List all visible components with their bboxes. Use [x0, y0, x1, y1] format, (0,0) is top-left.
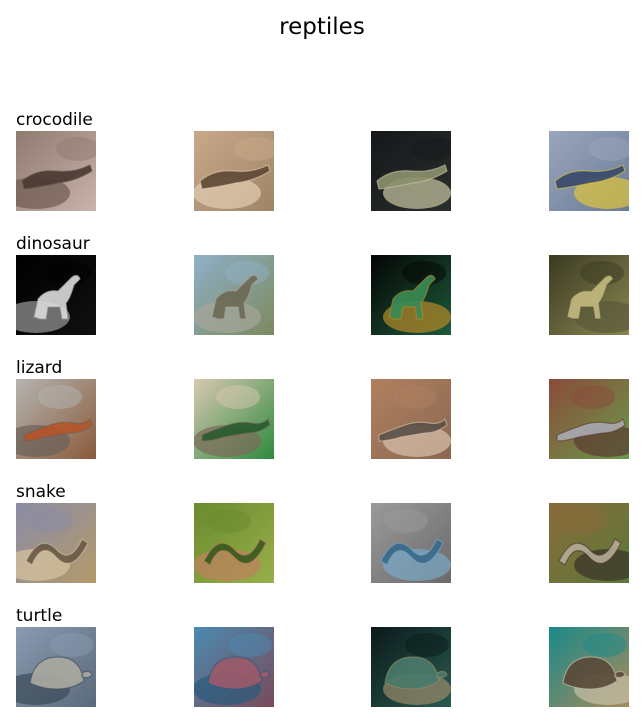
- snake-image-1: [16, 503, 96, 583]
- crocodile-image-3: [371, 131, 451, 211]
- turtle-image-4: [549, 627, 629, 707]
- crocodile-thumbnail: [194, 131, 274, 211]
- dinosaur-image-3: [371, 255, 451, 335]
- lizard-image-2: [194, 379, 274, 459]
- lizard-image-4: [549, 379, 629, 459]
- lizard-image-1: [16, 379, 96, 459]
- crocodile-thumbnail: [16, 131, 96, 211]
- snake-image-4: [549, 503, 629, 583]
- row-label-dinosaur: dinosaur: [16, 234, 90, 254]
- snake-thumbnail: [549, 503, 629, 583]
- dinosaur-image-1: [16, 255, 96, 335]
- turtle-thumbnail: [16, 627, 96, 707]
- dinosaur-thumbnail: [194, 255, 274, 335]
- turtle-image-2: [194, 627, 274, 707]
- crocodile-image-1: [16, 131, 96, 211]
- turtle-thumbnail: [194, 627, 274, 707]
- crocodile-image-2: [194, 131, 274, 211]
- crocodile-thumbnail: [371, 131, 451, 211]
- snake-image-3: [371, 503, 451, 583]
- row-label-crocodile: crocodile: [16, 110, 93, 130]
- crocodile-image-4: [549, 131, 629, 211]
- turtle-thumbnail: [549, 627, 629, 707]
- lizard-thumbnail: [371, 379, 451, 459]
- turtle-image-1: [16, 627, 96, 707]
- snake-thumbnail: [371, 503, 451, 583]
- figure-title: reptiles: [279, 14, 365, 40]
- lizard-image-3: [371, 379, 451, 459]
- snake-thumbnail: [16, 503, 96, 583]
- row-label-snake: snake: [16, 482, 66, 502]
- lizard-thumbnail: [194, 379, 274, 459]
- turtle-image-3: [371, 627, 451, 707]
- lizard-thumbnail: [549, 379, 629, 459]
- row-label-lizard: lizard: [16, 358, 63, 378]
- dinosaur-thumbnail: [16, 255, 96, 335]
- turtle-thumbnail: [371, 627, 451, 707]
- snake-thumbnail: [194, 503, 274, 583]
- lizard-thumbnail: [16, 379, 96, 459]
- snake-image-2: [194, 503, 274, 583]
- dinosaur-thumbnail: [549, 255, 629, 335]
- dinosaur-image-4: [549, 255, 629, 335]
- row-label-turtle: turtle: [16, 606, 63, 626]
- dinosaur-thumbnail: [371, 255, 451, 335]
- crocodile-thumbnail: [549, 131, 629, 211]
- dinosaur-image-2: [194, 255, 274, 335]
